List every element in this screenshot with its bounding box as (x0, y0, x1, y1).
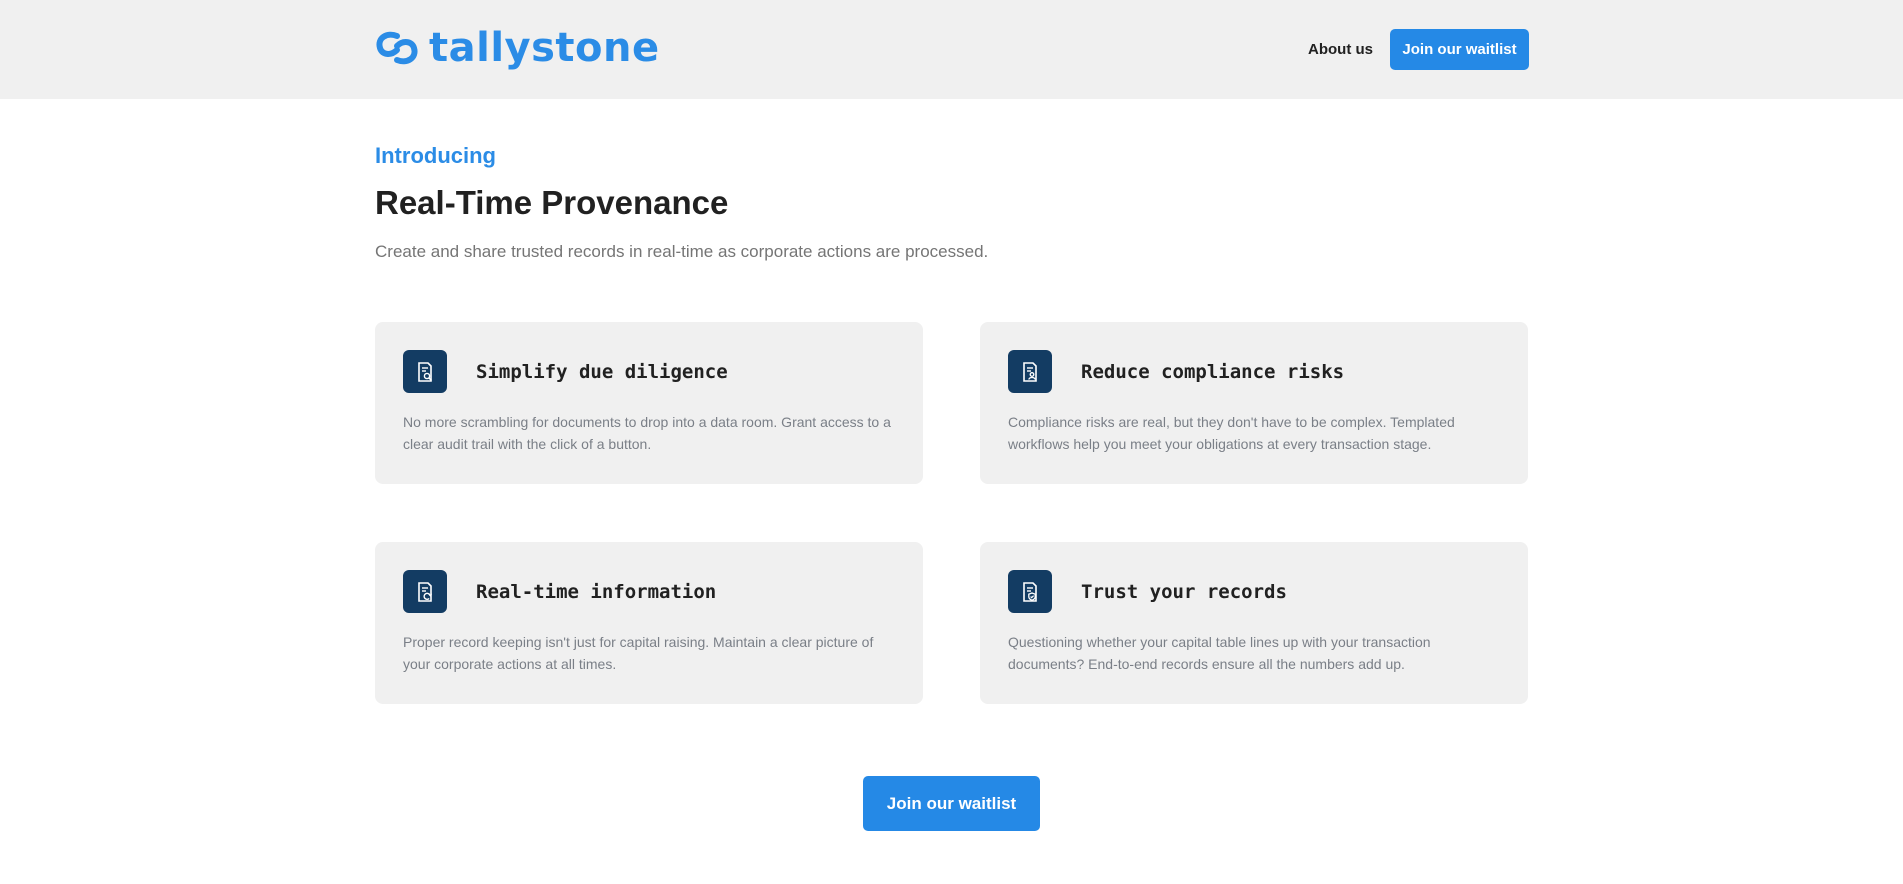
feature-description: Questioning whether your capital table l… (1008, 634, 1431, 672)
feature-card-compliance: Reduce compliance risks Compliance risks… (980, 322, 1528, 484)
eyebrow-label: Introducing (375, 143, 496, 168)
feature-card-due-diligence: Simplify due diligence No more scramblin… (375, 322, 923, 484)
feature-title: Trust your records (1081, 581, 1287, 603)
brand-name: tallystone (429, 25, 660, 71)
feature-title: Reduce compliance risks (1081, 361, 1345, 383)
site-header: tallystone About us Join our waitlist (0, 0, 1903, 99)
document-refresh-icon (403, 570, 447, 613)
header-join-waitlist-button[interactable]: Join our waitlist (1390, 29, 1529, 70)
document-search-icon (403, 350, 447, 393)
feature-description: Compliance risks are real, but they don'… (1008, 414, 1455, 452)
brand-logo[interactable]: tallystone (375, 28, 660, 68)
feature-card-trust-records: Trust your records Questioning whether y… (980, 542, 1528, 704)
feature-card-real-time: Real-time information Proper record keep… (375, 542, 923, 704)
feature-title: Real-time information (476, 581, 717, 603)
document-shield-icon (1008, 570, 1052, 613)
nav-about-link[interactable]: About us (1308, 40, 1373, 60)
document-user-icon (1008, 350, 1052, 393)
page-title: Real-Time Provenance (375, 184, 729, 221)
page-subtitle: Create and share trusted records in real… (375, 242, 989, 261)
footer-join-waitlist-button[interactable]: Join our waitlist (863, 776, 1040, 831)
feature-description: Proper record keeping isn't just for cap… (403, 634, 874, 672)
feature-title: Simplify due diligence (476, 361, 728, 383)
logo-icon (376, 31, 418, 65)
feature-description: No more scrambling for documents to drop… (403, 414, 891, 452)
